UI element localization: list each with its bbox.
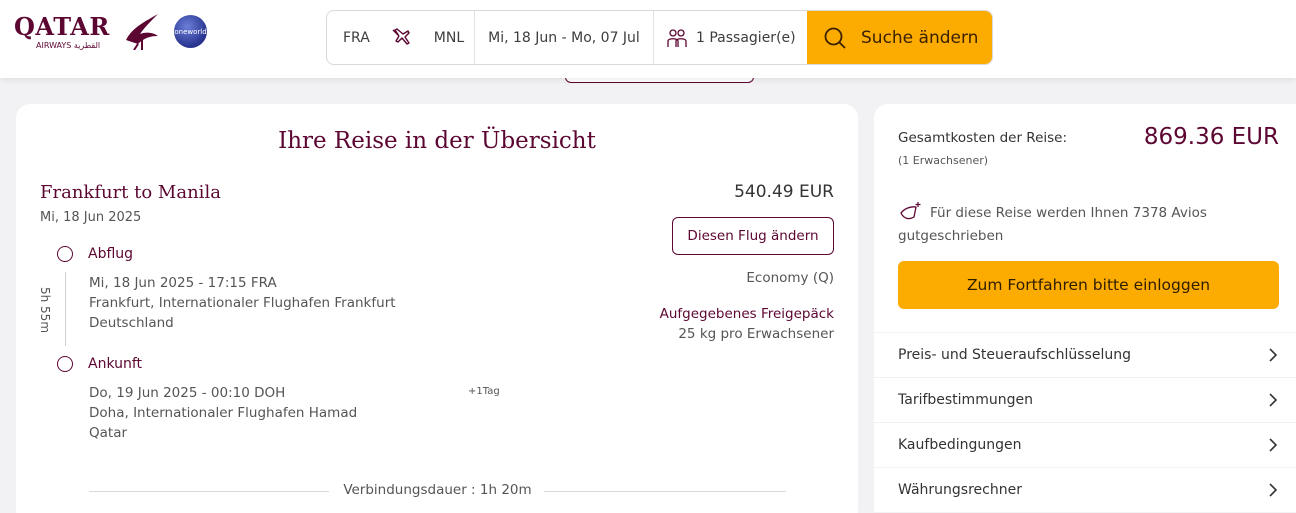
fare-rules-row[interactable]: Tarifbestimmungen bbox=[874, 378, 1296, 422]
flight-duration-text: 5h 55m bbox=[38, 286, 52, 334]
purchase-conditions-row[interactable]: Kaufbedingungen bbox=[874, 423, 1296, 467]
baggage-label: Aufgegebenes Freigepäck bbox=[659, 306, 834, 322]
origin-code: FRA bbox=[343, 29, 370, 46]
route-selector[interactable]: FRA MNL bbox=[327, 11, 475, 64]
route-title: Frankfurt to Manila bbox=[40, 182, 221, 203]
oneworld-badge: oneworld bbox=[174, 15, 207, 48]
chevron-right-icon bbox=[1269, 393, 1278, 407]
baggage-allowance: 25 kg pro Erwachsener bbox=[678, 326, 834, 342]
logo-subtitle: AIRWAYS القطرية bbox=[36, 41, 101, 50]
flight-duration: 5h 55m bbox=[30, 286, 60, 334]
row-label: Kaufbedingungen bbox=[898, 437, 1022, 453]
connection-duration: Verbindungsdauer : 1h 20m bbox=[89, 482, 786, 502]
departure-label: Abflug bbox=[88, 246, 134, 262]
passenger-selector[interactable]: 1 Passagier(e) bbox=[654, 11, 807, 64]
row-label: Preis- und Steueraufschlüsselung bbox=[898, 347, 1131, 363]
airplane-icon bbox=[392, 27, 410, 45]
date-selector[interactable]: Mi, 18 Jun - Mo, 07 Jul bbox=[475, 11, 654, 64]
avios-message: Für diese Reise werden Ihnen 7378 Avios … bbox=[898, 205, 1207, 244]
connection-duration-text: Verbindungsdauer : 1h 20m bbox=[343, 482, 532, 498]
arrival-label: Ankunft bbox=[88, 356, 143, 372]
travel-dates: Mi, 18 Jun - Mo, 07 Jul bbox=[488, 29, 640, 46]
next-day-badge: +1Tag bbox=[468, 386, 500, 397]
chevron-right-icon bbox=[1269, 348, 1278, 362]
price-summary-panel: Gesamtkosten der Reise: (1 Erwachsener) … bbox=[874, 104, 1296, 513]
change-search-label: Suche ändern bbox=[861, 27, 979, 48]
departure-node-icon bbox=[57, 246, 73, 262]
total-cost-label: Gesamtkosten der Reise: bbox=[898, 130, 1068, 146]
total-cost-box: Gesamtkosten der Reise: (1 Erwachsener) … bbox=[874, 104, 1296, 332]
price-tax-breakdown-row[interactable]: Preis- und Steueraufschlüsselung bbox=[874, 333, 1296, 377]
route-date: Mi, 18 Jun 2025 bbox=[40, 210, 142, 225]
row-label: Währungsrechner bbox=[898, 482, 1022, 498]
departure-airport: Frankfurt, Internationaler Flughafen Fra… bbox=[89, 295, 396, 311]
oneworld-label: oneworld bbox=[174, 27, 207, 36]
login-to-continue-button[interactable]: Zum Fortfahren bitte einloggen bbox=[898, 261, 1279, 309]
destination-code: MNL bbox=[433, 29, 465, 46]
change-search-button[interactable]: Suche ändern bbox=[807, 11, 992, 64]
page-title: Ihre Reise in der Übersicht bbox=[278, 128, 596, 154]
arrival-node-icon bbox=[57, 356, 73, 372]
change-flight-button[interactable]: Diesen Flug ändern bbox=[672, 217, 834, 255]
arrival-datetime: Do, 19 Jun 2025 - 00:10 DOH bbox=[89, 385, 286, 401]
traveller-count: (1 Erwachsener) bbox=[898, 154, 989, 167]
arrival-airport: Doha, Internationaler Flughafen Hamad bbox=[89, 405, 358, 421]
row-label: Tarifbestimmungen bbox=[898, 392, 1033, 408]
currency-converter-row[interactable]: Währungsrechner bbox=[874, 468, 1296, 512]
departure-datetime: Mi, 18 Jun 2025 - 17:15 FRA bbox=[89, 275, 277, 291]
cabin-class: Economy (Q) bbox=[746, 270, 834, 286]
oryx-icon bbox=[126, 14, 158, 50]
flight-search-bar: FRA MNL Mi, 18 Jun - Mo, 07 Jul 1 Passag… bbox=[326, 10, 993, 65]
passengers-icon bbox=[667, 28, 687, 47]
chevron-right-icon bbox=[1269, 438, 1278, 452]
arrival-country: Qatar bbox=[89, 425, 128, 441]
trip-overview-card: Ihre Reise in der Übersicht Frankfurt to… bbox=[16, 104, 858, 513]
flight-price: 540.49 EUR bbox=[734, 182, 834, 202]
total-price: 869.36 EUR bbox=[1143, 124, 1279, 150]
departure-country: Deutschland bbox=[89, 315, 174, 331]
top-header: QATAR AIRWAYS القطرية oneworld FRA MNL M… bbox=[0, 0, 1296, 78]
connection-divider-right bbox=[544, 491, 786, 492]
logo-wordmark: QATAR bbox=[14, 12, 110, 41]
search-icon bbox=[824, 27, 846, 49]
chevron-right-icon bbox=[1269, 483, 1278, 497]
passenger-count: 1 Passagier(e) bbox=[696, 29, 796, 46]
qatar-airways-logo[interactable]: QATAR AIRWAYS القطرية bbox=[14, 12, 164, 52]
timeline-line bbox=[65, 272, 66, 346]
